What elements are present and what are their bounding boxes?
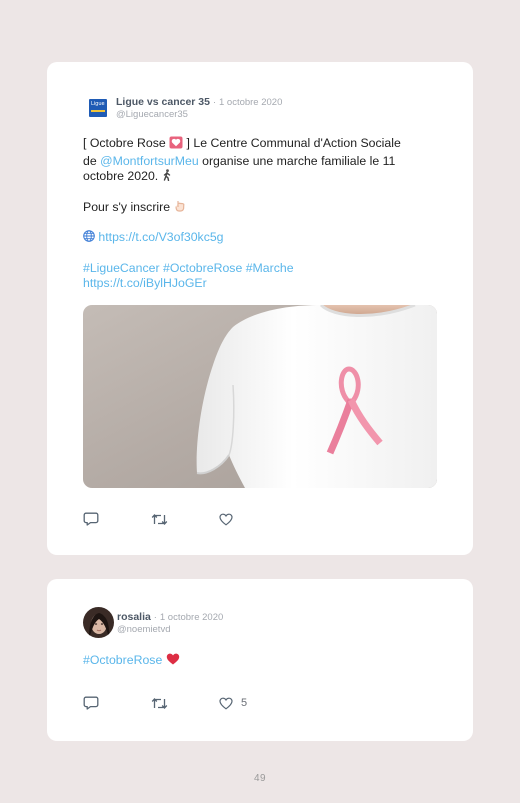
tweet-date[interactable]: 1 octobre 2020 <box>160 612 223 623</box>
reply-icon <box>83 696 99 710</box>
page-number: 49 <box>253 773 267 784</box>
tweet-card[interactable]: rosalia · 1 octobre 2020 @noemietvd #Oct… <box>47 579 473 741</box>
reply-button[interactable] <box>83 696 99 710</box>
hashtag-link[interactable]: #LigueCancer <box>83 261 160 275</box>
author-name[interactable]: Ligue vs cancer 35 <box>116 96 210 108</box>
like-button[interactable] <box>219 513 233 526</box>
reply-button[interactable] <box>83 512 99 526</box>
tweet-link[interactable]: https://t.co/V3of30kc5g <box>98 230 223 244</box>
pointing-hand-emoji <box>174 200 186 214</box>
hashtag-link[interactable]: #Marche <box>246 261 294 275</box>
tweet-image[interactable] <box>83 305 437 488</box>
retweet-button[interactable] <box>151 513 168 526</box>
retweet-button[interactable] <box>151 697 168 710</box>
separator: · <box>212 97 217 108</box>
text-segment: ] Le Centre Communal d'Action Sociale <box>186 136 401 150</box>
mention-link[interactable]: @MontfortsurMeu <box>100 154 199 168</box>
hashtag-link[interactable]: #OctobreRose <box>163 261 242 275</box>
globe-icon <box>83 230 98 244</box>
author-handle[interactable]: @noemietvd <box>117 624 223 635</box>
like-icon <box>219 697 233 710</box>
reply-icon <box>83 512 99 526</box>
separator: · <box>153 612 157 623</box>
walking-person-emoji <box>162 169 172 183</box>
tweet-card[interactable]: Ligue Ligue vs cancer 35 · 1 octobre 202… <box>47 62 473 555</box>
author-handle[interactable]: @Liguecancer35 <box>116 109 282 120</box>
text-segment: de <box>83 153 97 168</box>
tweet-actions: 5 <box>83 696 247 710</box>
retweet-icon <box>151 513 168 525</box>
user-avatar[interactable] <box>83 607 114 638</box>
register-text: Pour s'y inscrire <box>83 199 171 214</box>
tweet-date[interactable]: 1 octobre 2020 <box>219 97 282 108</box>
media-link[interactable]: https://t.co/iBylHJoGEr <box>83 276 207 290</box>
tweet-header: rosalia · 1 octobre 2020 @noemietvd <box>83 607 223 638</box>
tweet-text: [ Octobre Rose ] Le Centre Communal d'Ac… <box>83 136 433 292</box>
heart-emoji <box>169 136 183 154</box>
like-icon <box>219 513 233 526</box>
hashtag-link[interactable]: #OctobreRose <box>83 653 162 667</box>
text-segment: organise une marche familiale le 11 <box>202 153 396 168</box>
retweet-icon <box>151 697 168 709</box>
like-button[interactable]: 5 <box>219 697 247 710</box>
text-segment: [ Octobre Rose <box>83 136 166 150</box>
author-name[interactable]: rosalia <box>117 611 151 623</box>
heart-emoji <box>166 653 180 667</box>
tweet-actions <box>83 512 233 526</box>
tweet-text: #OctobreRose <box>83 653 433 669</box>
tweet-header: Ligue Ligue vs cancer 35 · 1 octobre 202… <box>83 92 282 120</box>
text-segment: octobre 2020. <box>83 169 159 183</box>
ligue-logo-avatar[interactable]: Ligue <box>89 99 107 117</box>
like-count: 5 <box>241 697 248 709</box>
